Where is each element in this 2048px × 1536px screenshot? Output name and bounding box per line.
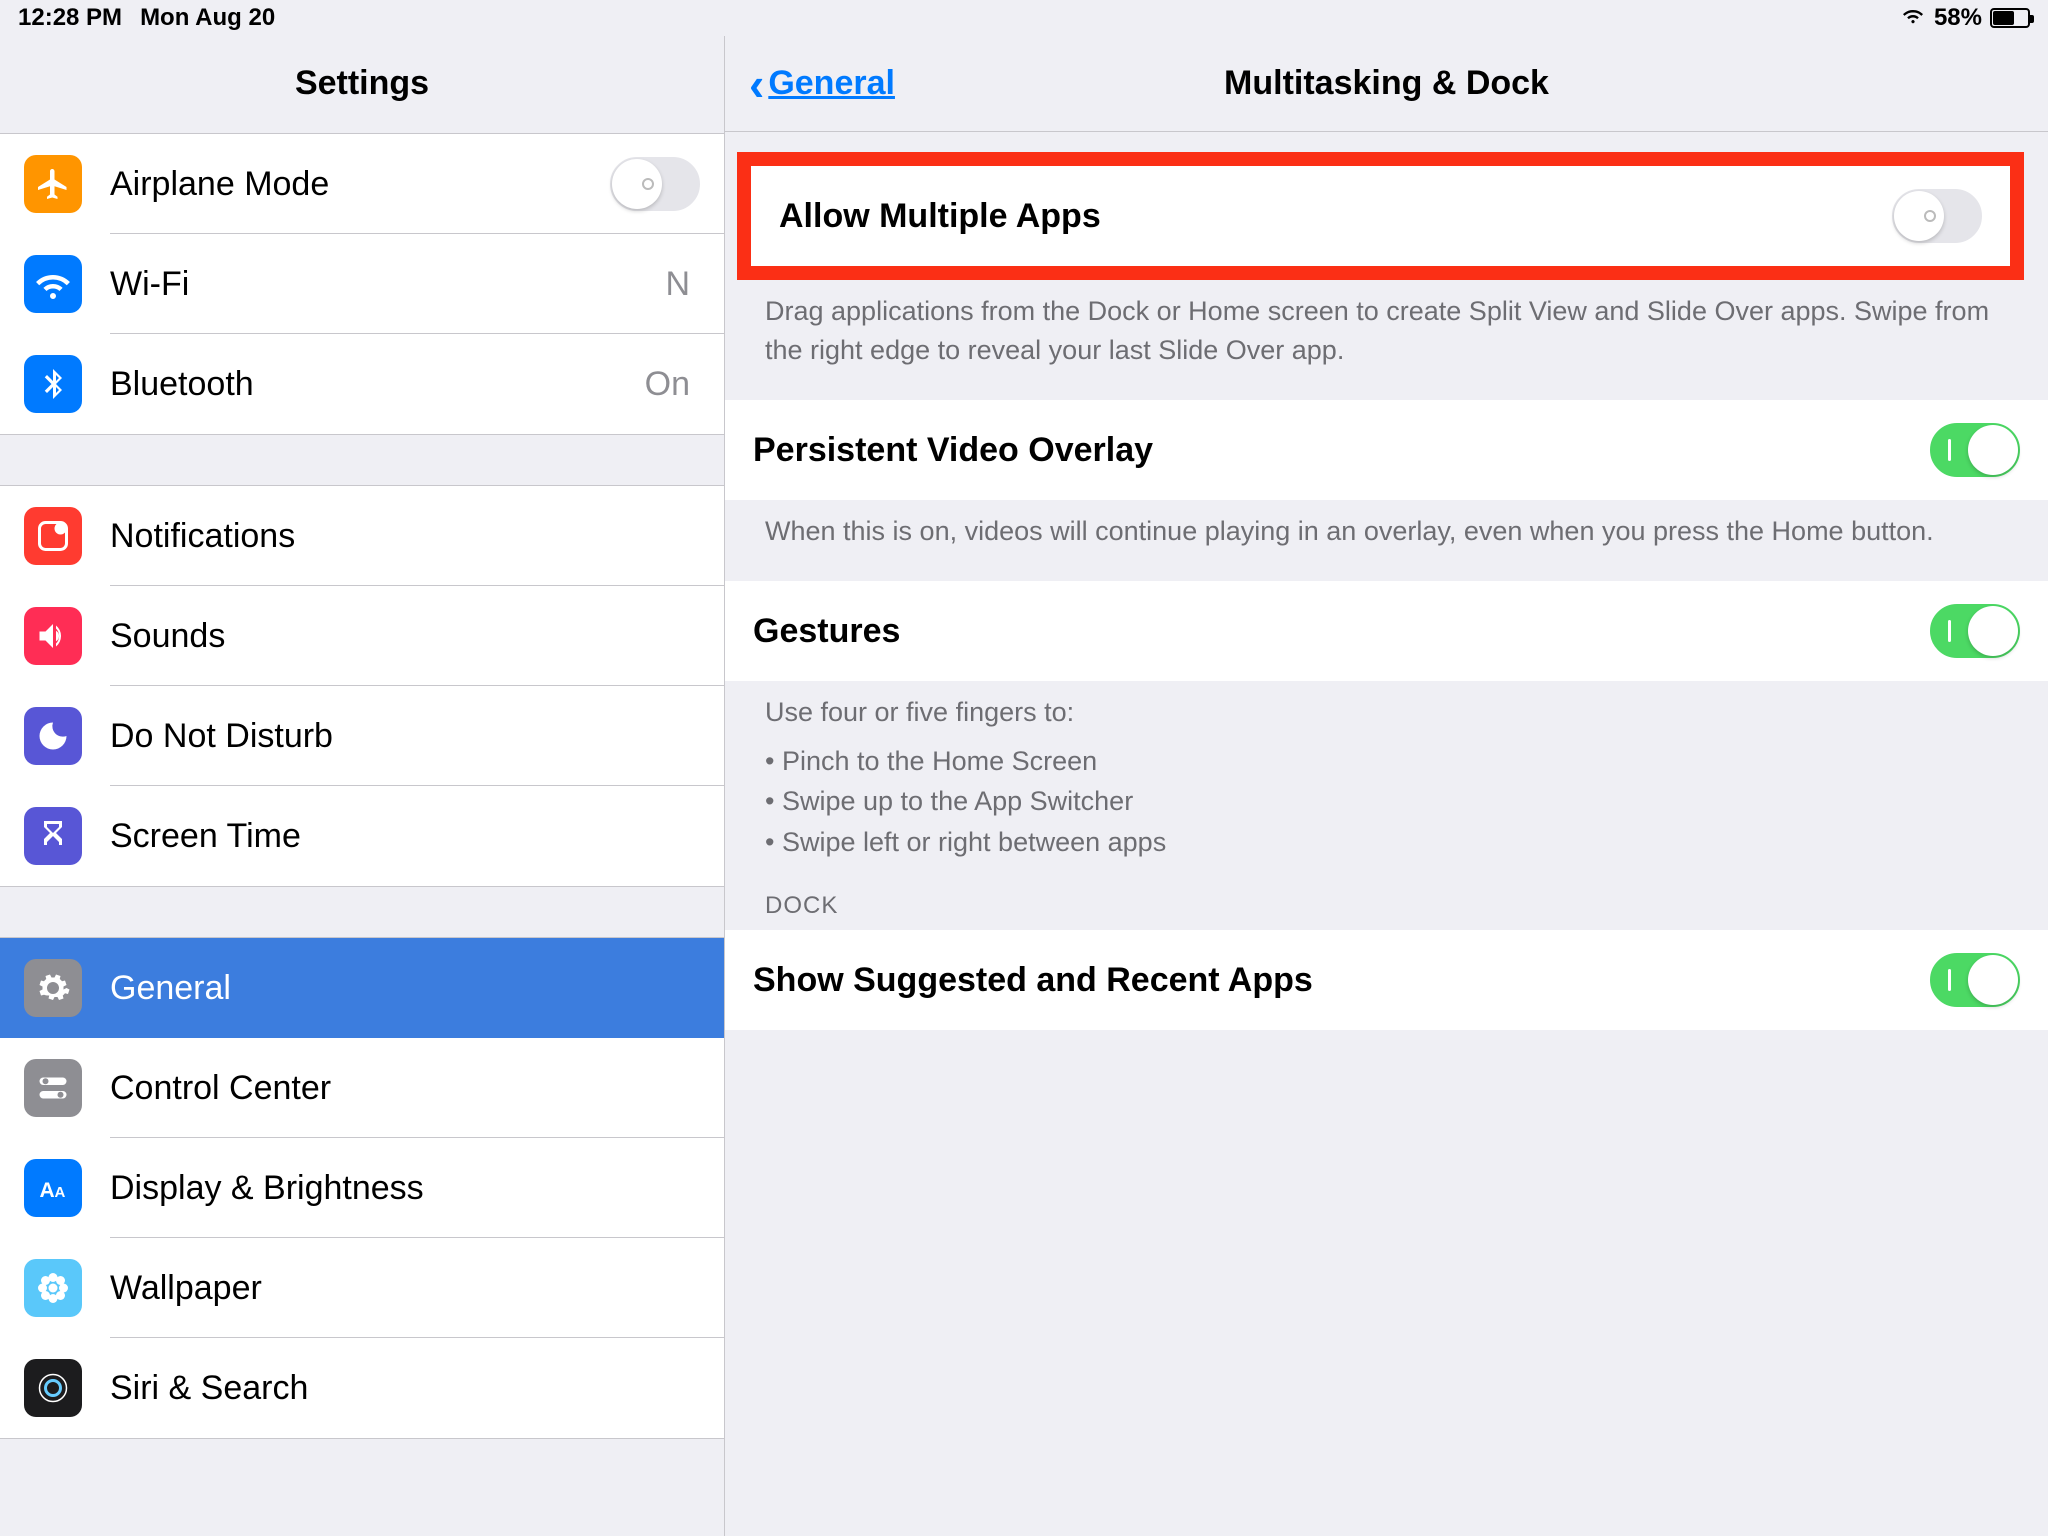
sidebar-item-label: Airplane Mode [110, 165, 610, 204]
wifi-icon [1900, 4, 1926, 32]
sidebar-item-notifications[interactable]: Notifications [0, 486, 724, 586]
row-persistent-video-overlay[interactable]: Persistent Video Overlay [725, 400, 2048, 500]
hourglass-icon [24, 807, 82, 865]
sidebar-item-control-center[interactable]: Control Center [0, 1038, 724, 1138]
notifications-icon [24, 507, 82, 565]
sidebar-item-label: Control Center [110, 1069, 700, 1108]
status-date: Mon Aug 20 [140, 4, 275, 32]
sidebar-item-do-not-disturb[interactable]: Do Not Disturb [0, 686, 724, 786]
sidebar-item-label: General [110, 969, 700, 1008]
sidebar-item-label: Wallpaper [110, 1269, 700, 1308]
back-button[interactable]: ‹ General [749, 61, 895, 107]
svg-text:A: A [55, 1184, 66, 1201]
sidebar-item-label: Notifications [110, 517, 700, 556]
siri-icon [24, 1359, 82, 1417]
gesture-bullet: Swipe left or right between apps [765, 822, 2008, 863]
sidebar-item-value: On [645, 365, 690, 404]
svg-text:A: A [40, 1179, 55, 1202]
gesture-bullets: Pinch to the Home ScreenSwipe up to the … [725, 733, 2048, 863]
row-label: Allow Multiple Apps [779, 197, 1892, 236]
footer-gestures-intro: Use four or five fingers to: [725, 681, 2048, 732]
row-show-suggested-recent-apps[interactable]: Show Suggested and Recent Apps [725, 930, 2048, 1030]
highlight-box: Allow Multiple Apps [737, 152, 2024, 280]
sidebar-item-wi-fi[interactable]: Wi-FiN [0, 234, 724, 334]
sidebar-item-label: Bluetooth [110, 365, 645, 404]
row-allow-multiple-apps[interactable]: Allow Multiple Apps [751, 166, 2010, 266]
toggle-airplane-mode[interactable] [610, 157, 700, 211]
bluetooth-icon [24, 355, 82, 413]
sidebar-item-label: Screen Time [110, 817, 700, 856]
status-bar: 12:28 PM Mon Aug 20 58% [0, 0, 2048, 36]
row-gestures[interactable]: Gestures [725, 581, 2048, 681]
sidebar-item-general[interactable]: General [0, 938, 724, 1038]
gear-icon [24, 959, 82, 1017]
battery-percent: 58% [1934, 4, 1982, 32]
toggle-show-suggested-recent-apps[interactable] [1930, 953, 2020, 1007]
sidebar-item-label: Wi-Fi [110, 265, 665, 304]
airplane-icon [24, 155, 82, 213]
row-label: Gestures [753, 612, 1930, 651]
flower-icon [24, 1259, 82, 1317]
toggle-persistent-video-overlay[interactable] [1930, 423, 2020, 477]
switches-icon [24, 1059, 82, 1117]
toggle-gestures[interactable] [1930, 604, 2020, 658]
chevron-left-icon: ‹ [749, 61, 764, 107]
gesture-bullet: Pinch to the Home Screen [765, 741, 2008, 782]
detail-title: Multitasking & Dock [725, 64, 2048, 103]
toggle-allow-multiple-apps[interactable] [1892, 189, 1982, 243]
sidebar-item-display-brightness[interactable]: AA Display & Brightness [0, 1138, 724, 1238]
sidebar-item-label: Sounds [110, 617, 700, 656]
sidebar-item-screen-time[interactable]: Screen Time [0, 786, 724, 886]
sidebar-item-label: Display & Brightness [110, 1169, 700, 1208]
footer-video-overlay: When this is on, videos will continue pl… [725, 500, 2048, 551]
sidebar-title: Settings [0, 36, 724, 133]
sidebar-item-bluetooth[interactable]: BluetoothOn [0, 334, 724, 434]
sidebar-item-wallpaper[interactable]: Wallpaper [0, 1238, 724, 1338]
wifi-icon [24, 255, 82, 313]
settings-sidebar: Settings Airplane ModeWi-FiNBluetoothOnN… [0, 36, 725, 1536]
section-header-dock: DOCK [725, 862, 2048, 930]
footer-allow-multiple: Drag applications from the Dock or Home … [725, 280, 2048, 370]
detail-pane: ‹ General Multitasking & Dock Allow Mult… [725, 36, 2048, 1536]
battery-icon [1990, 8, 2030, 28]
sidebar-item-value: N [665, 265, 690, 304]
aa-icon: AA [24, 1159, 82, 1217]
sidebar-item-sounds[interactable]: Sounds [0, 586, 724, 686]
sidebar-item-airplane-mode[interactable]: Airplane Mode [0, 134, 724, 234]
row-label: Persistent Video Overlay [753, 431, 1930, 470]
sidebar-item-label: Siri & Search [110, 1369, 700, 1408]
sidebar-item-siri-search[interactable]: Siri & Search [0, 1338, 724, 1438]
status-time: 12:28 PM [18, 4, 122, 32]
moon-icon [24, 707, 82, 765]
gesture-bullet: Swipe up to the App Switcher [765, 781, 2008, 822]
sidebar-item-label: Do Not Disturb [110, 717, 700, 756]
detail-header: ‹ General Multitasking & Dock [725, 36, 2048, 132]
back-label: General [768, 64, 895, 103]
row-label: Show Suggested and Recent Apps [753, 961, 1930, 1000]
sounds-icon [24, 607, 82, 665]
